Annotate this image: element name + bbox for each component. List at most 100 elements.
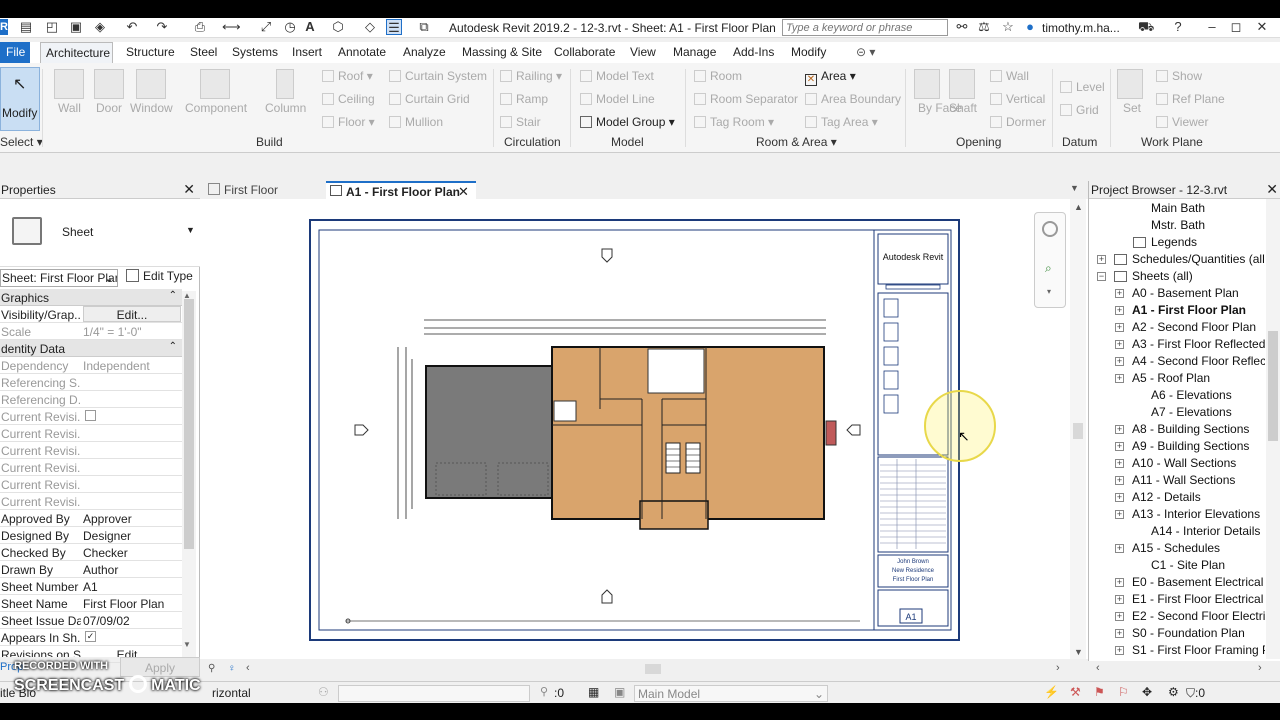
wall-button[interactable]: Wall (58, 101, 81, 115)
tree-expander-icon[interactable]: + (1115, 646, 1124, 655)
tab-overflow-icon[interactable]: ▼ (1070, 183, 1079, 193)
browser-item[interactable]: A13 - Interior Elevations (1132, 507, 1260, 521)
scale-icon[interactable]: ⚲ (208, 663, 215, 674)
browser-item[interactable]: A8 - Building Sections (1132, 422, 1249, 436)
maximize-icon[interactable]: ◻ (1228, 19, 1244, 35)
browser-scroll-thumb[interactable] (1268, 331, 1278, 441)
canvas-scroll-thumb[interactable] (1073, 423, 1083, 439)
tree-expander-icon[interactable]: + (1115, 459, 1124, 468)
workset-dropdown[interactable] (338, 685, 530, 702)
property-row[interactable]: Current Revisi... (0, 493, 182, 510)
property-value[interactable]: Designer (83, 529, 181, 543)
scroll-right-icon[interactable]: › (1056, 662, 1060, 674)
tag-area-button[interactable]: Tag Area ▾ (805, 115, 878, 129)
tree-expander-icon[interactable]: + (1115, 629, 1124, 638)
browser-hscroll[interactable]: ‹ › (1088, 661, 1280, 677)
canvas-vertical-scrollbar[interactable]: ▲ ▼ (1070, 199, 1086, 659)
switch-windows-icon[interactable]: ⧉ (416, 19, 432, 35)
tab-first-floor[interactable]: First Floor (204, 181, 322, 199)
tree-expander-icon[interactable]: + (1115, 425, 1124, 434)
tab-annotate[interactable]: Annotate (338, 45, 386, 59)
shaft-button[interactable]: Shaft (949, 101, 977, 115)
property-row[interactable]: Visibility/Grap... Edit... (0, 306, 182, 323)
design-options-icon[interactable]: ▦ (588, 685, 599, 699)
browser-item[interactable]: E2 - Second Floor Electrica (1132, 609, 1265, 623)
minimize-icon[interactable]: – (1204, 19, 1220, 35)
scroll-down-icon[interactable]: ▼ (183, 640, 191, 649)
browser-item[interactable]: A0 - Basement Plan (1132, 286, 1239, 300)
property-row[interactable]: Scale 1/4" = 1'-0" (0, 323, 182, 340)
zoom-icon[interactable]: ⌕ (1045, 261, 1052, 276)
tag-room-button[interactable]: Tag Room ▾ (694, 115, 774, 129)
navigation-bar[interactable]: ⌕ ▾ (1034, 212, 1066, 308)
filter-icon[interactable]: ⚙ (1168, 685, 1179, 699)
modify-button[interactable]: ↖ Modify (0, 67, 40, 131)
browser-item[interactable]: S1 - First Floor Framing Pla (1132, 643, 1265, 657)
property-row[interactable]: Referencing D... (0, 391, 182, 408)
dormer-button[interactable]: Dormer (990, 115, 1046, 129)
select-links-icon[interactable]: ⚡ (1044, 685, 1059, 699)
level-button[interactable]: Level (1060, 80, 1105, 94)
search-input[interactable] (782, 19, 948, 36)
browser-item[interactable]: A7 - Elevations (1151, 405, 1232, 419)
close-tab-icon[interactable]: ✕ (458, 184, 469, 200)
model-text-button[interactable]: Model Text (580, 69, 654, 83)
railing-button[interactable]: Railing ▾ (500, 69, 562, 83)
tag-icon[interactable]: ◷ (282, 19, 298, 35)
close-window-icon[interactable]: ✕ (1254, 19, 1270, 35)
stair-button[interactable]: Stair (500, 115, 541, 129)
detail-level-icon[interactable]: ♀ (228, 663, 236, 674)
tree-expander-icon[interactable]: + (1115, 340, 1124, 349)
tab-a1-first-floor-plan[interactable]: A1 - First Floor Plan ✕ (326, 181, 476, 199)
username[interactable]: timothy.m.ha... (1042, 21, 1120, 35)
tree-expander-icon[interactable]: − (1097, 272, 1106, 281)
favorites-icon[interactable]: ☆ (1000, 19, 1016, 35)
property-row[interactable]: Sheet Name First Floor Plan (0, 595, 182, 612)
steering-wheel-icon[interactable] (1042, 221, 1058, 237)
tree-expander-icon[interactable]: + (1115, 476, 1124, 485)
property-value[interactable]: Checker (83, 546, 181, 560)
tab-collaborate[interactable]: Collaborate (554, 45, 615, 59)
panel-label-room-area[interactable]: Room & Area ▾ (756, 135, 837, 149)
property-row[interactable]: Appears In Sh... ✓ (0, 629, 182, 646)
browser-item[interactable]: E1 - First Floor Electrical (1132, 592, 1263, 606)
browser-item[interactable]: A5 - Roof Plan (1132, 371, 1210, 385)
print-icon[interactable]: ⎙ (192, 19, 208, 35)
show-button[interactable]: Show (1156, 69, 1202, 83)
tree-expander-icon[interactable]: + (1115, 442, 1124, 451)
browser-item[interactable]: A2 - Second Floor Plan (1132, 320, 1256, 334)
property-row[interactable]: Current Revisi... (0, 408, 182, 425)
room-button[interactable]: Room (694, 69, 742, 83)
ribbon-options-icon[interactable]: ⊝ ▾ (856, 45, 875, 59)
worksets-icon[interactable]: ⚇ (318, 685, 329, 699)
browser-item[interactable]: Sheets (all) (1132, 269, 1193, 283)
open-folder-icon[interactable]: ◰ (44, 19, 60, 35)
ramp-button[interactable]: Ramp (500, 92, 548, 106)
tree-expander-icon[interactable]: + (1115, 544, 1124, 553)
tab-analyze[interactable]: Analyze (403, 45, 446, 59)
ref-plane-button[interactable]: Ref Plane (1156, 92, 1225, 106)
drag-elements-icon[interactable]: ✥ (1142, 685, 1152, 699)
browser-item[interactable]: A11 - Wall Sections (1132, 473, 1235, 487)
tree-expander-icon[interactable]: + (1115, 357, 1124, 366)
edit-type-button[interactable]: Edit Type (126, 269, 193, 283)
model-line-button[interactable]: Model Line (580, 92, 655, 106)
property-row[interactable]: Dependency Independent (0, 357, 182, 374)
tab-architecture[interactable]: Architecture (40, 42, 113, 63)
close-properties-icon[interactable]: ✕ (183, 181, 195, 198)
scroll-up-icon[interactable]: ▲ (183, 291, 191, 300)
property-value[interactable]: 07/09/02 (83, 614, 181, 628)
viewer-button[interactable]: Viewer (1156, 115, 1208, 129)
property-row[interactable]: Current Revisi... (0, 476, 182, 493)
property-row[interactable]: Sheet Issue Date07/09/02 (0, 612, 182, 629)
properties-scrollbar[interactable] (182, 291, 196, 720)
sync-icon[interactable]: ◈ (92, 19, 108, 35)
checkbox[interactable]: ✓ (85, 631, 96, 642)
property-row[interactable]: Referencing S... (0, 374, 182, 391)
property-row[interactable]: Drawn By Author (0, 561, 182, 578)
3d-view-icon[interactable]: ⬡ (330, 19, 346, 35)
property-row[interactable]: Current Revisi... (0, 425, 182, 442)
type-selector[interactable]: Sheet ▼ (0, 199, 200, 267)
model-group-button[interactable]: Model Group ▾ (580, 115, 675, 129)
browser-item[interactable]: S0 - Foundation Plan (1132, 626, 1245, 640)
